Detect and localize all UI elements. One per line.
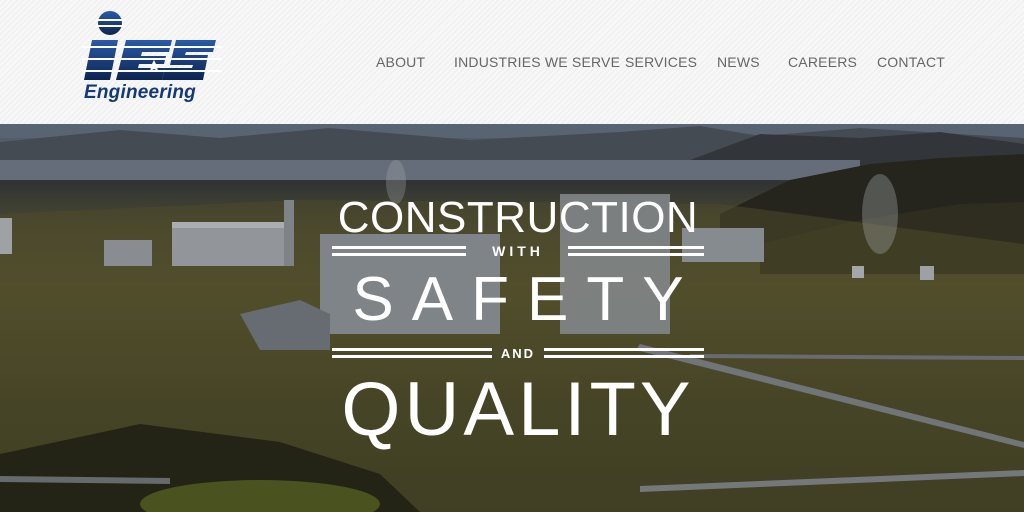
logo-wordmark: Engineering [84, 82, 196, 103]
site-header: Engineering ABOUT INDUSTRIES WE SERVE SE… [0, 0, 1024, 124]
nav-careers[interactable]: CAREERS [788, 54, 857, 70]
tagline-safety: SAFETY [352, 265, 702, 334]
nav-contact[interactable]: CONTACT [877, 54, 945, 70]
nav-news[interactable]: NEWS [717, 54, 760, 70]
hero-tagline: CONSTRUCTION WITH SAFETY AND QUALITY [330, 194, 706, 464]
hero-banner: CONSTRUCTION WITH SAFETY AND QUALITY [0, 124, 1024, 512]
main-navigation: ABOUT INDUSTRIES WE SERVE SERVICES NEWS … [0, 54, 1024, 74]
nav-industries-we-serve[interactable]: INDUSTRIES WE SERVE [454, 54, 620, 70]
nav-about[interactable]: ABOUT [376, 54, 425, 70]
tagline-and: AND [500, 346, 536, 361]
tagline-quality: QUALITY [341, 367, 695, 452]
nav-services[interactable]: SERVICES [625, 54, 697, 70]
tagline-with: WITH [492, 243, 544, 259]
tagline-construction: CONSTRUCTION [337, 193, 699, 242]
